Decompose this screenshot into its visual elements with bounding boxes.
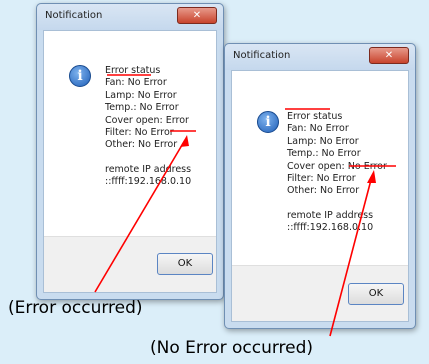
- arrowhead-left: [180, 135, 189, 147]
- arrow-line-right: [329, 175, 373, 337]
- arrow-line-left: [94, 139, 186, 293]
- caption-no-error-occurred: (No Error occurred): [150, 338, 314, 358]
- caption-error-occurred: (Error occurred): [8, 298, 143, 318]
- arrowhead-right: [367, 170, 376, 183]
